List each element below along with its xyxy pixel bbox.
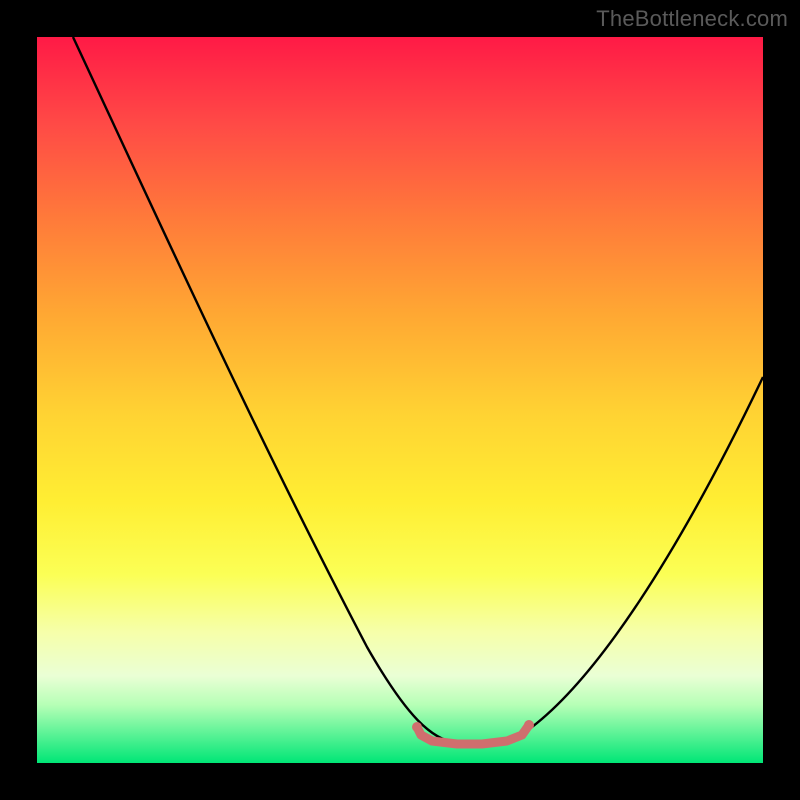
bottleneck-curve-path: [73, 37, 763, 744]
optimal-zone-end-dot: [524, 720, 534, 730]
chart-svg: [37, 37, 763, 763]
outer-frame: TheBottleneck.com: [0, 0, 800, 800]
watermark-text: TheBottleneck.com: [596, 6, 788, 32]
optimal-zone-start-dot: [412, 722, 422, 732]
plot-area: [37, 37, 763, 763]
